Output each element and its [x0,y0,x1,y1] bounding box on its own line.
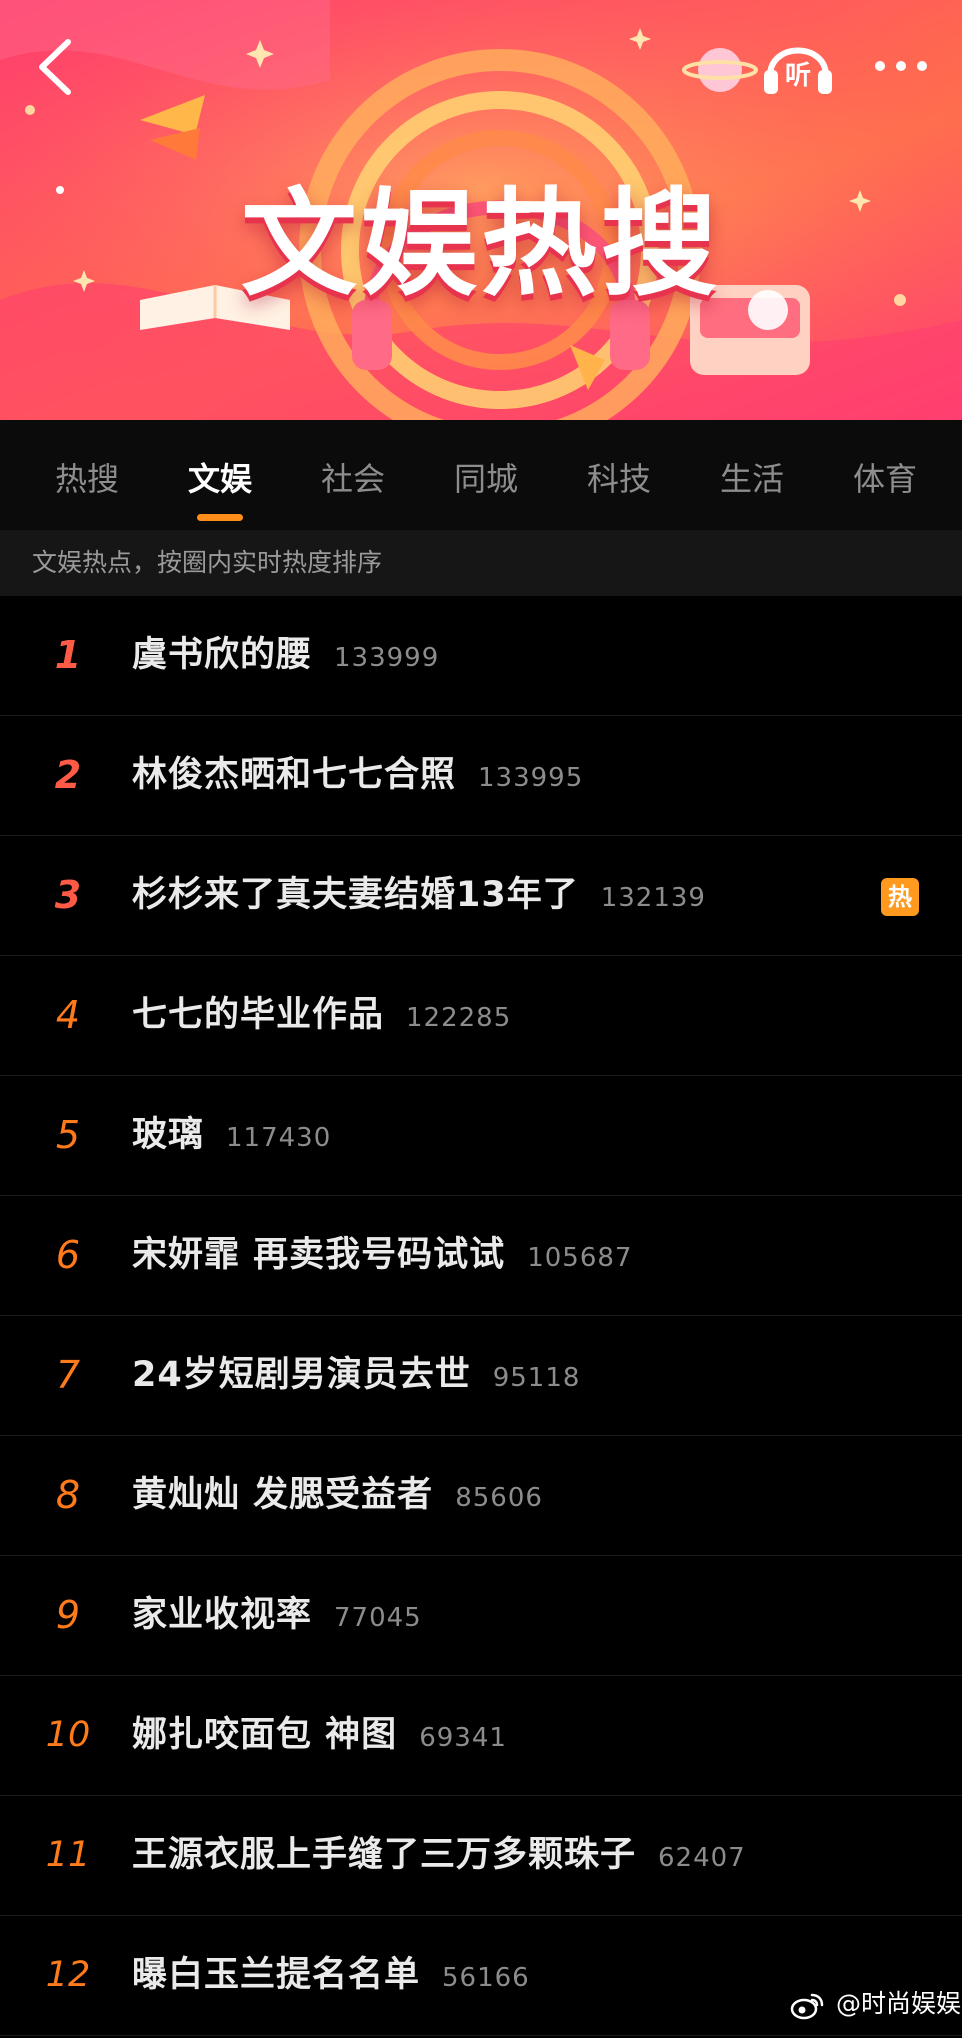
hot-search-item[interactable]: 6 宋妍霏 再卖我号码试试 105687 [0,1196,962,1316]
chevron-left-icon [39,39,71,95]
tab-entertainment[interactable]: 文娱 [188,454,252,500]
hot-search-item[interactable]: 1 虞书欣的腰 133999 [0,596,962,716]
topic-title: 王源衣服上手缝了三万多颗珠子 [132,1835,637,1875]
topic-title: 七七的毕业作品 [132,995,385,1035]
topic-text: 林俊杰晒和七七合照 133995 [132,716,583,838]
hot-search-item[interactable]: 7 24岁短剧男演员去世 95118 [0,1316,962,1436]
rank-number: 2 [54,753,82,797]
more-options-button[interactable] [866,44,936,88]
topic-text: 黄灿灿 发腮受益者 85606 [132,1436,543,1558]
topic-title: 虞书欣的腰 [132,635,313,675]
topic-text: 宋妍霏 再卖我号码试试 105687 [132,1196,632,1318]
heat-count: 62407 [658,1843,746,1873]
heat-count: 69341 [419,1723,507,1753]
header-banner: 文娱热搜 听 [0,0,962,420]
list-description: 文娱热点，按圈内实时热度排序 [0,530,962,596]
banner-title: 文娱热搜 [241,177,721,312]
hot-search-item[interactable]: 8 黄灿灿 发腮受益者 85606 [0,1436,962,1556]
rank-number: 1 [54,633,82,677]
heat-count: 133995 [478,763,584,793]
heat-count: 56166 [442,1963,530,1993]
topic-title: 宋妍霏 再卖我号码试试 [132,1235,506,1275]
topic-title: 黄灿灿 发腮受益者 [132,1475,434,1515]
heat-count: 95118 [492,1363,581,1393]
topic-text: 娜扎咬面包 神图 69341 [132,1676,507,1798]
tab-hot-search[interactable]: 热搜 [55,454,119,500]
active-tab-indicator [197,514,243,521]
topic-title: 家业收视率 [132,1595,313,1635]
rank-number: 7 [55,1353,81,1397]
rank-number: 4 [55,993,81,1037]
hot-search-item[interactable]: 9 家业收视率 77045 [0,1556,962,1676]
hot-search-item[interactable]: 5 玻璃 117430 [0,1076,962,1196]
hot-search-item[interactable]: 4 七七的毕业作品 122285 [0,956,962,1076]
headphones-icon: 听 [764,47,832,94]
tab-tech[interactable]: 科技 [587,454,651,500]
topic-text: 七七的毕业作品 122285 [132,956,511,1078]
topic-title: 玻璃 [132,1115,205,1155]
heat-count: 85606 [455,1483,543,1513]
category-tabs: 热搜 文娱 社会 同城 科技 生活 体育 [0,420,962,530]
rank-number: 3 [54,873,82,917]
heat-count: 132139 [600,883,706,913]
topic-text: 家业收视率 77045 [132,1556,422,1678]
topic-title: 24岁短剧男演员去世 [132,1355,471,1395]
topic-text: 虞书欣的腰 133999 [132,596,439,718]
rank-number: 10 [45,1715,91,1755]
tab-society[interactable]: 社会 [321,454,385,500]
weibo-watermark: @时尚娱娱 [790,1986,961,2022]
weibo-logo-icon [790,1993,824,2020]
rank-number: 12 [45,1955,91,1995]
topic-text: 曝白玉兰提名名单 56166 [132,1916,530,2038]
hot-badge: 热 [881,878,919,916]
hot-search-item[interactable]: 2 林俊杰晒和七七合照 133995 [0,716,962,836]
rank-number: 5 [55,1113,81,1157]
back-button[interactable] [30,34,80,100]
watermark-text: @时尚娱娱 [835,1989,961,2018]
heat-count: 77045 [334,1603,422,1633]
hot-search-item[interactable]: 10 娜扎咬面包 神图 69341 [0,1676,962,1796]
listen-button[interactable]: 听 [760,36,836,98]
rank-number: 9 [55,1593,81,1637]
topic-text: 杉杉来了真夫妻结婚13年了 132139 [132,836,706,958]
topic-title: 林俊杰晒和七七合照 [132,755,457,795]
heat-count: 105687 [527,1243,633,1273]
heat-count: 133999 [334,643,440,673]
rank-number: 8 [55,1473,81,1517]
hot-search-list: 1 虞书欣的腰 133999 2 林俊杰晒和七七合照 133995 3 杉杉来了真夫妻结婚13… [0,596,962,2036]
topic-text: 王源衣服上手缝了三万多颗珠子 62407 [132,1796,746,1918]
tab-sports[interactable]: 体育 [853,454,917,500]
hot-search-item[interactable]: 3 杉杉来了真夫妻结婚13年了 132139 热 [0,836,962,956]
topic-title: 杉杉来了真夫妻结婚13年了 [132,875,579,915]
rank-number: 6 [55,1233,81,1277]
topic-text: 玻璃 117430 [132,1076,331,1198]
heat-count: 117430 [226,1123,332,1153]
tab-local[interactable]: 同城 [454,454,518,500]
topic-text: 24岁短剧男演员去世 95118 [132,1316,580,1438]
rank-number: 11 [45,1835,91,1875]
tab-life[interactable]: 生活 [720,454,784,500]
topic-title: 曝白玉兰提名名单 [132,1955,421,1995]
topic-title: 娜扎咬面包 神图 [132,1715,398,1755]
more-dots-icon [875,61,927,71]
listen-icon-label: 听 [785,61,811,91]
heat-count: 122285 [406,1003,512,1033]
hot-search-item[interactable]: 11 王源衣服上手缝了三万多颗珠子 62407 [0,1796,962,1916]
